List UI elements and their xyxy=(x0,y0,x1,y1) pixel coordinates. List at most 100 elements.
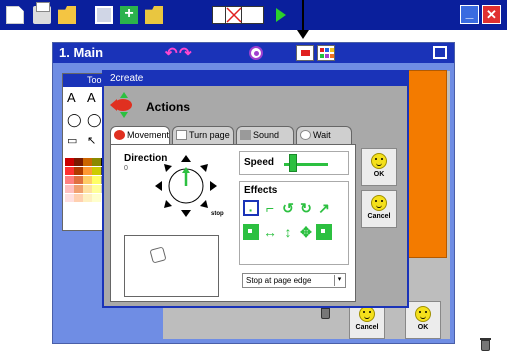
main-ok-button[interactable]: OK xyxy=(405,301,441,339)
main-cancel-label: Cancel xyxy=(355,324,379,331)
speed-label: Speed xyxy=(244,157,275,168)
play-icon[interactable] xyxy=(276,8,286,22)
tab-wait[interactable]: Wait xyxy=(296,126,352,144)
tab-label: Turn page xyxy=(189,130,230,140)
color-swatch[interactable] xyxy=(92,185,101,193)
dialog-ok-button[interactable]: OK xyxy=(361,148,397,186)
speaker-icon xyxy=(240,130,251,140)
effect-flip-horizontal-icon[interactable]: ↔ xyxy=(262,224,278,240)
smiley-icon xyxy=(371,195,387,211)
color-swatch[interactable] xyxy=(92,194,101,202)
turn-page-icon xyxy=(176,130,187,140)
trash-icon[interactable] xyxy=(320,306,331,319)
rectangle-tool-icon[interactable]: ▭ xyxy=(67,134,77,147)
chevron-down-icon[interactable]: ▾ xyxy=(334,275,344,286)
new-document-icon[interactable] xyxy=(6,6,24,24)
speed-slider-thumb[interactable] xyxy=(289,154,298,172)
dialog-title-bar: 2create xyxy=(104,72,407,86)
color-swatch[interactable] xyxy=(65,158,74,166)
fish-icon xyxy=(110,92,136,118)
pointer-arrow-line xyxy=(302,0,304,32)
tab-sound[interactable]: Sound xyxy=(236,126,294,144)
select-tool-icon[interactable]: ↖ xyxy=(87,134,96,147)
smiley-icon xyxy=(359,306,375,322)
text-tool-icon[interactable]: A xyxy=(67,90,76,105)
close-icon[interactable]: ✕ xyxy=(482,5,501,24)
effect-none-icon[interactable]: · xyxy=(243,200,259,218)
movement-icon xyxy=(114,130,125,140)
redo-icon[interactable]: ↷ xyxy=(179,44,192,62)
ellipse-filled-tool-icon[interactable]: ◯ xyxy=(87,112,102,128)
smiley-icon xyxy=(371,153,387,169)
palette-icon[interactable] xyxy=(317,45,335,61)
color-swatch[interactable] xyxy=(92,167,101,175)
color-swatch[interactable] xyxy=(74,176,83,184)
edge-behavior-select[interactable]: Stop at page edge ▾ xyxy=(242,273,346,288)
clock-icon xyxy=(300,130,311,140)
movement-panel: Direction 0 stop Speed Effects · ⌐ ↺ ↻ ↗… xyxy=(110,144,356,302)
color-swatch[interactable] xyxy=(65,185,74,193)
tab-movement[interactable]: Movement xyxy=(110,126,170,145)
text-style-icon[interactable]: A xyxy=(87,90,96,105)
effect-flip-vertical-icon[interactable]: ↕ xyxy=(280,224,296,240)
color-swatch[interactable] xyxy=(92,158,101,166)
pointer-arrow-head xyxy=(297,30,309,39)
color-swatch[interactable] xyxy=(65,167,74,175)
actions-dialog: 2create Actions Movement Turn page Sound… xyxy=(102,70,409,308)
effects-label: Effects xyxy=(244,185,278,196)
effect-grow-icon[interactable]: ✥ xyxy=(298,224,314,240)
tab-label: Movement xyxy=(127,130,170,140)
effect-spin-right-icon[interactable]: ↻ xyxy=(298,200,314,216)
ellipse-tool-icon[interactable]: ◯ xyxy=(67,112,82,128)
tab-label: Wait xyxy=(313,130,331,140)
zoom-icon[interactable] xyxy=(249,46,263,60)
color-swatch[interactable] xyxy=(92,176,101,184)
effect-shrink-icon[interactable] xyxy=(316,224,332,240)
page-layout-icon[interactable] xyxy=(212,6,264,24)
sprite-preview-icon xyxy=(149,246,167,264)
minimize-icon[interactable]: _ xyxy=(460,5,479,24)
effects-group: Effects · ⌐ ↺ ↻ ↗ ↔ ↕ ✥ xyxy=(239,181,349,265)
main-ok-label: OK xyxy=(417,324,429,331)
tab-label: Sound xyxy=(253,130,280,140)
stop-label: stop xyxy=(211,211,224,217)
color-swatch[interactable] xyxy=(83,185,92,193)
effect-jump-icon[interactable]: ↗ xyxy=(316,200,332,216)
color-swatch[interactable] xyxy=(65,176,74,184)
color-swatch[interactable] xyxy=(65,194,74,202)
dialog-cancel-button[interactable]: Cancel xyxy=(361,190,397,228)
color-swatch[interactable] xyxy=(83,194,92,202)
color-swatch[interactable] xyxy=(83,158,92,166)
color-swatch[interactable] xyxy=(74,185,83,193)
open-folder-icon[interactable] xyxy=(58,6,76,24)
direction-dial[interactable] xyxy=(155,155,217,217)
add-page-icon[interactable]: + xyxy=(120,6,138,24)
effect-flash-icon[interactable] xyxy=(243,224,259,240)
trash-icon[interactable] xyxy=(480,338,491,351)
dialog-cancel-label: Cancel xyxy=(367,213,391,220)
speed-control: Speed xyxy=(239,151,349,175)
color-swatch[interactable] xyxy=(74,167,83,175)
color-swatch[interactable] xyxy=(83,176,92,184)
main-window-title: 1. Main xyxy=(59,45,104,60)
undo-icon[interactable]: ↶ xyxy=(165,44,178,62)
color-swatch[interactable] xyxy=(74,194,83,202)
color-swatch[interactable] xyxy=(83,167,92,175)
dialog-ok-label: OK xyxy=(373,171,385,178)
dialog-title: 2create xyxy=(110,73,144,84)
maximize-icon[interactable] xyxy=(433,46,447,59)
main-title-bar: 1. Main ↶ ↷ xyxy=(53,43,454,63)
tab-turn-page[interactable]: Turn page xyxy=(172,126,234,144)
dialog-heading: Actions xyxy=(146,100,191,114)
edge-behavior-value: Stop at page edge xyxy=(246,276,312,285)
smiley-icon xyxy=(415,306,431,322)
effect-spin-left-icon[interactable]: ↺ xyxy=(280,200,296,216)
color-swatch[interactable] xyxy=(74,158,83,166)
effect-hop-icon[interactable]: ⌐ xyxy=(262,200,278,216)
print-icon[interactable] xyxy=(33,2,51,24)
actions-icon[interactable] xyxy=(296,45,314,61)
save-icon[interactable] xyxy=(95,6,113,24)
motion-preview xyxy=(124,235,219,297)
open-folder-icon[interactable] xyxy=(145,6,163,24)
app-toolbar: + _ ✕ xyxy=(0,0,507,30)
